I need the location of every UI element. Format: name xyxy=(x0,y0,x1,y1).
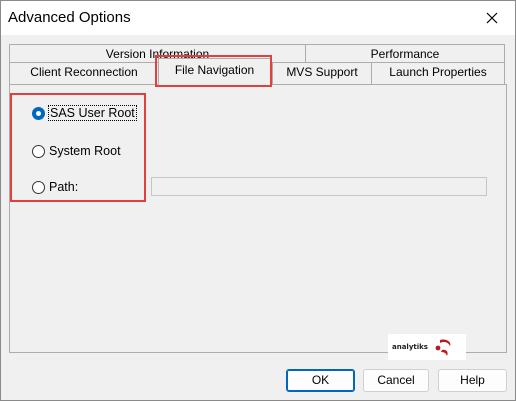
tab-performance[interactable]: Performance xyxy=(305,44,505,64)
title-bar: Advanced Options xyxy=(1,1,515,35)
logo-text: analytiks xyxy=(392,343,428,351)
tab-launch-properties[interactable]: Launch Properties xyxy=(371,62,505,84)
options-highlight-box xyxy=(10,93,146,202)
help-button[interactable]: Help xyxy=(438,369,507,392)
tab-client-reconnection[interactable]: Client Reconnection xyxy=(9,62,159,84)
close-icon[interactable] xyxy=(469,1,515,35)
path-input[interactable] xyxy=(151,177,487,196)
tab-mvs-support[interactable]: MVS Support xyxy=(272,62,372,84)
ok-button[interactable]: OK xyxy=(286,369,355,392)
tab-highlight-box xyxy=(155,55,272,87)
logo-mark-icon xyxy=(435,339,451,356)
analytiks-logo: analytiks xyxy=(388,334,466,360)
window-title: Advanced Options xyxy=(8,9,131,26)
cancel-button[interactable]: Cancel xyxy=(363,369,429,392)
